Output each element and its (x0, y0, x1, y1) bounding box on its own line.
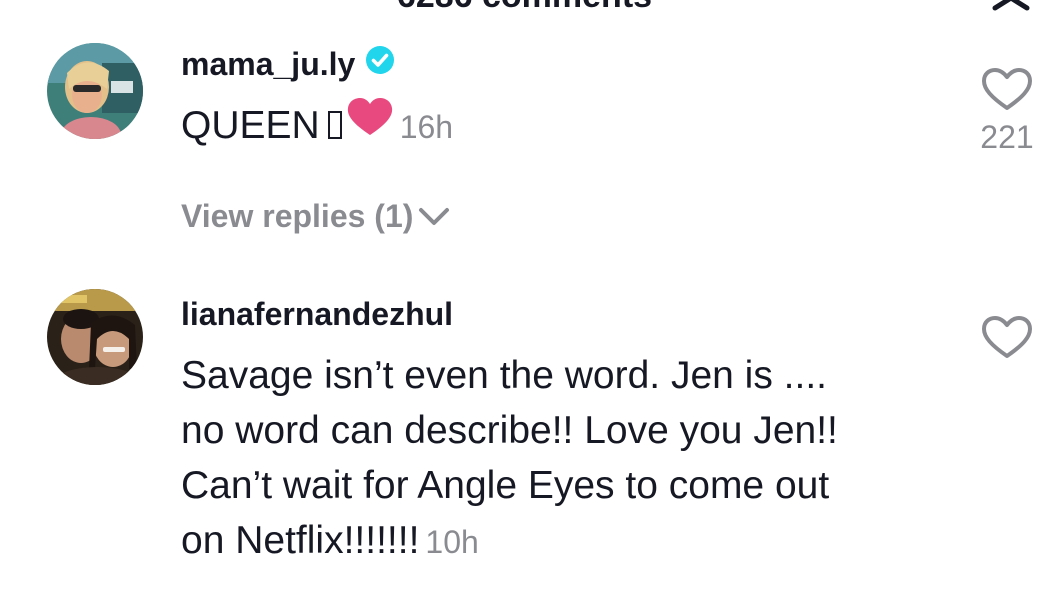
heart-outline-icon[interactable] (981, 68, 1033, 112)
comment-username[interactable]: lianafernandezhul (181, 294, 453, 334)
pink-heart-emoji-icon (346, 97, 394, 152)
comments-count-title: 6286 comments (0, 0, 1049, 14)
verified-badge-icon (365, 44, 395, 84)
comment-line: on Netflix!!!!!!! (181, 519, 420, 562)
missing-glyph-box (327, 110, 342, 139)
view-replies-button[interactable]: View replies (1) (181, 196, 451, 236)
avatar[interactable] (47, 43, 143, 139)
comment-body: QUEEN (181, 104, 320, 147)
comment-text: QUEEN 16h (181, 98, 453, 155)
comment-time: 10h (425, 524, 479, 560)
comment-line: no word can describe!! Love you Jen!! (181, 409, 838, 452)
comment-time: 16h (399, 109, 454, 145)
like-button[interactable] (977, 316, 1037, 365)
comment-text: Savage isn’t even the word. Jen is .... … (181, 348, 838, 570)
comment-username[interactable]: mama_ju.ly (181, 44, 395, 84)
heart-outline-icon[interactable] (981, 316, 1033, 360)
username-text[interactable]: mama_ju.ly (181, 46, 355, 82)
like-button[interactable]: 221 (977, 68, 1037, 155)
comment-line-last: on Netflix!!!!!!! 10h (181, 513, 838, 570)
comment-line: Can’t wait for Angle Eyes to come out (181, 464, 830, 507)
avatar[interactable] (47, 289, 143, 385)
like-count: 221 (980, 119, 1034, 155)
close-icon[interactable] (991, 0, 1031, 14)
comments-panel: 6286 comments mama_ju.ly QUEEN 16 (0, 0, 1049, 613)
view-replies-label[interactable]: View replies (1) (181, 198, 413, 234)
comment-line: Savage isn’t even the word. Jen is .... (181, 354, 828, 397)
chevron-down-icon[interactable] (417, 205, 451, 229)
